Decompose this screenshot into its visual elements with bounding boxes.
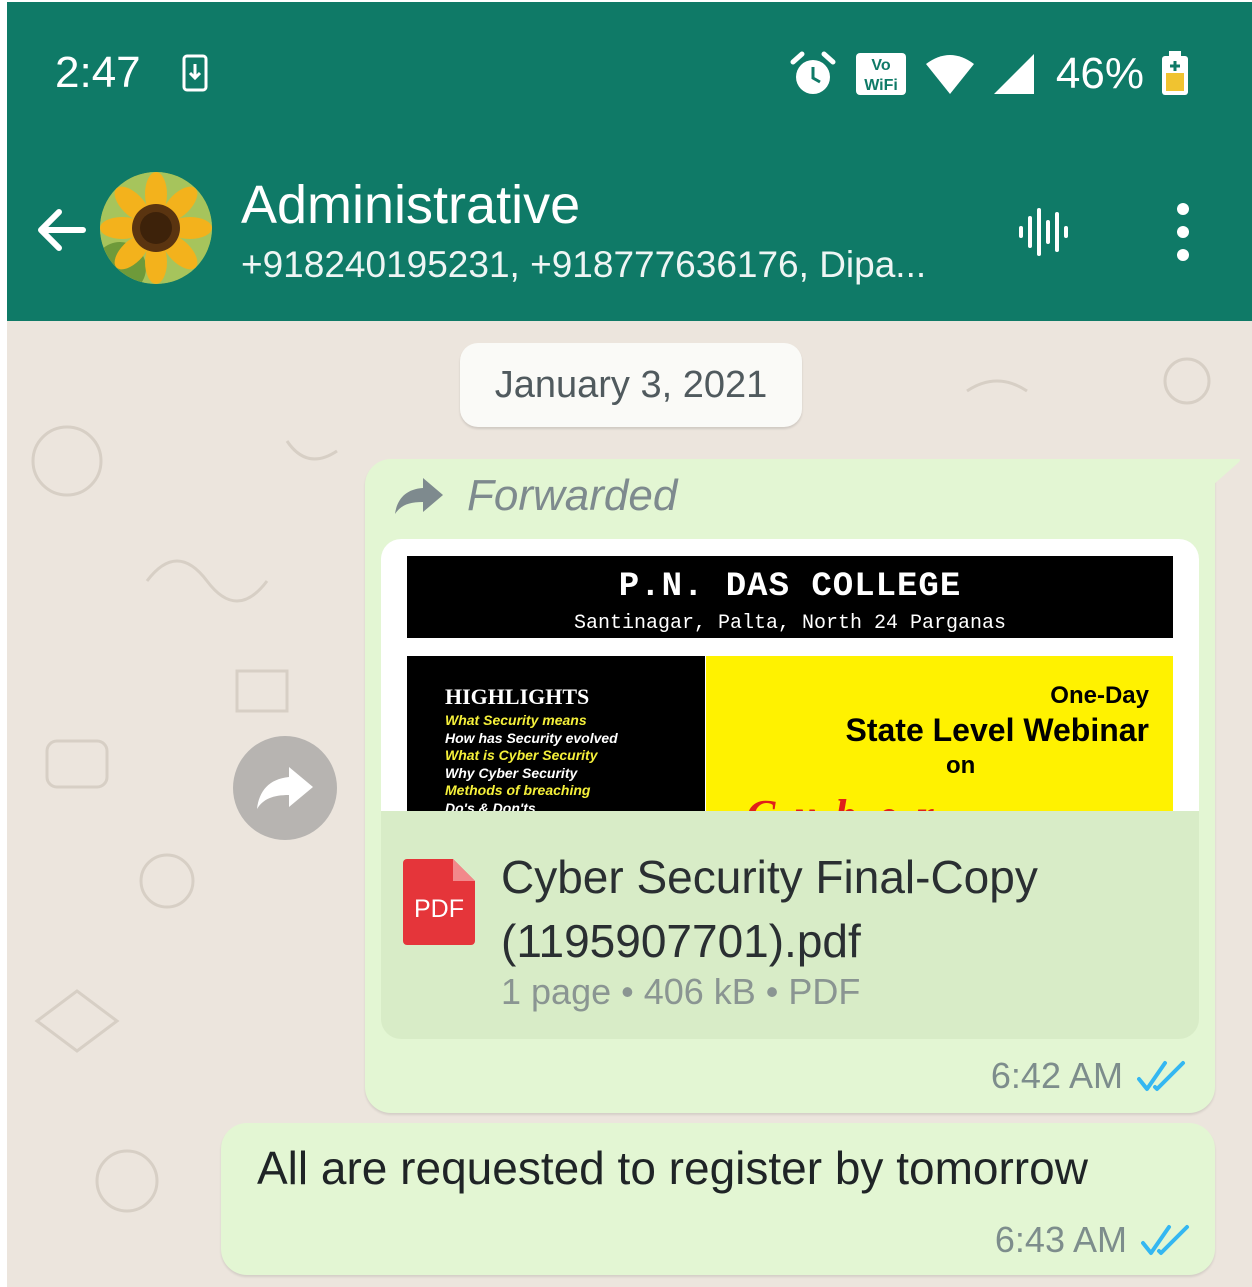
document-attachment[interactable]: P.N. DAS COLLEGE Santinagar, Palta, Nort…: [381, 539, 1199, 1039]
vowifi-icon: Vo WiFi: [855, 53, 906, 95]
wifi-icon: [925, 55, 974, 94]
poster-topic: Cyber Security: [746, 790, 1173, 811]
highlight-item: Methods of breaching: [445, 782, 591, 798]
highlight-item: What Security means: [445, 712, 587, 728]
battery-percent: 46%: [1055, 49, 1144, 98]
pdf-file-icon: PDF: [403, 859, 475, 945]
sunflower-image: [100, 172, 212, 284]
forwarded-arrow-icon: [395, 478, 443, 514]
alarm-icon: [790, 51, 836, 94]
voice-chat-icon[interactable]: [1013, 202, 1073, 262]
group-avatar[interactable]: [100, 172, 212, 284]
read-receipt-double-tick-icon: [1137, 1061, 1185, 1091]
download-notification-icon: [182, 54, 208, 92]
message-time: 6:42 AM: [990, 1055, 1123, 1096]
forward-shortcut-button[interactable]: [233, 736, 337, 840]
document-preview-thumbnail[interactable]: P.N. DAS COLLEGE Santinagar, Palta, Nort…: [381, 539, 1199, 811]
signal-icon: [993, 54, 1034, 94]
message-area[interactable]: January 3, 2021 Forwarded P.N. DAS COLLE…: [7, 321, 1252, 1287]
forward-arrow-icon: [257, 767, 313, 809]
svg-text:WiFi: WiFi: [864, 77, 898, 94]
highlight-item: What is Cyber Security: [445, 747, 598, 763]
message-bubble-document[interactable]: Forwarded P.N. DAS COLLEGE Santinagar, P…: [365, 459, 1215, 1113]
message-time: 6:43 AM: [994, 1219, 1127, 1260]
battery-icon: [1162, 51, 1188, 95]
status-icons: Vo WiFi 46%: [788, 44, 1190, 104]
message-meta: 6:42 AM: [991, 1055, 1189, 1097]
document-file-name: Cyber Security Final-Copy (1195907701).p…: [501, 851, 1038, 967]
forwarded-indicator: Forwarded: [393, 471, 677, 521]
highlight-item: How has Security evolved: [445, 729, 618, 746]
message-bubble-text[interactable]: All are requested to register by tomorro…: [221, 1123, 1215, 1275]
whatsapp-chat-screen: 2:47 Vo WiFi 46% Administrative +9182401…: [7, 2, 1252, 1287]
svg-text:PDF: PDF: [414, 895, 464, 923]
highlights-list: What Security means How has Security evol…: [445, 712, 618, 811]
poster-address: Santinagar, Palta, North 24 Parganas: [573, 612, 1007, 635]
chat-title[interactable]: Administrative: [241, 174, 580, 236]
document-info[interactable]: PDF Cyber Security Final-Copy (119590770…: [381, 811, 1199, 1039]
message-meta: 6:43 AM: [995, 1219, 1193, 1261]
status-time: 2:47: [55, 48, 141, 97]
highlight-item: Do's & Don'ts: [445, 799, 536, 812]
message-text: All are requested to register by tomorro…: [257, 1142, 1088, 1194]
poster-webinar-title: State Level Webinar: [845, 712, 1149, 748]
status-bar: 2:47 Vo WiFi 46%: [7, 2, 1252, 140]
read-receipt-double-tick-icon: [1141, 1225, 1189, 1255]
date-separator: January 3, 2021: [460, 343, 802, 427]
forwarded-label: Forwarded: [467, 471, 678, 520]
poster-highlights-panel: HIGHLIGHTS What Security means How has Se…: [407, 656, 705, 811]
poster-on: on: [946, 752, 976, 779]
document-meta: 1 page • 406 kB • PDF: [501, 971, 861, 1012]
chat-header: Administrative +918240195231, +918777636…: [7, 140, 1252, 321]
bubble-tail: [1213, 459, 1240, 485]
poster-college-name: P.N. DAS COLLEGE: [618, 568, 962, 606]
poster-one-day: One-Day: [1050, 682, 1149, 709]
svg-text:Vo: Vo: [871, 57, 890, 74]
highlights-title: HIGHLIGHTS: [445, 684, 590, 709]
highlight-item: Why Cyber Security: [445, 764, 578, 781]
back-arrow-icon[interactable]: [31, 200, 91, 260]
poster-header: P.N. DAS COLLEGE Santinagar, Palta, Nort…: [407, 556, 1173, 638]
poster-webinar-panel: One-Day State Level Webinar on Cyber Sec…: [706, 656, 1173, 811]
more-options-icon[interactable]: [1165, 200, 1201, 264]
chat-participants[interactable]: +918240195231, +918777636176, Dipa...: [241, 244, 926, 286]
